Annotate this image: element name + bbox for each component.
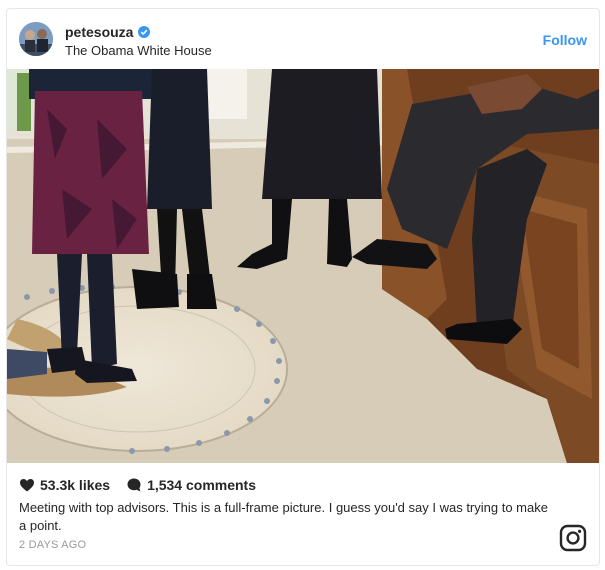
post-photo[interactable]: [7, 69, 599, 463]
verified-badge-icon: [138, 26, 151, 38]
post-actions: 53.3k likes 1,534 comments: [19, 475, 256, 495]
heart-icon[interactable]: [19, 477, 35, 493]
avatar[interactable]: [19, 22, 53, 56]
post-header: petesouza The Obama White House Follow: [7, 9, 599, 69]
comments-count[interactable]: 1,534 comments: [147, 477, 256, 493]
likes-count[interactable]: 53.3k likes: [40, 477, 110, 493]
follow-button[interactable]: Follow: [543, 32, 587, 48]
instagram-embed-card: petesouza The Obama White House Follow 5…: [6, 8, 600, 566]
post-timestamp[interactable]: 2 DAYS AGO: [19, 539, 86, 551]
instagram-icon[interactable]: [559, 524, 587, 552]
post-caption: Meeting with top advisors. This is a ful…: [19, 500, 548, 533]
username[interactable]: petesouza: [65, 24, 151, 40]
comment-icon[interactable]: [126, 477, 142, 493]
avatar-image: [19, 22, 53, 56]
username-text[interactable]: petesouza: [65, 24, 133, 40]
post-photo-image: [7, 69, 599, 463]
location[interactable]: The Obama White House: [65, 43, 212, 58]
